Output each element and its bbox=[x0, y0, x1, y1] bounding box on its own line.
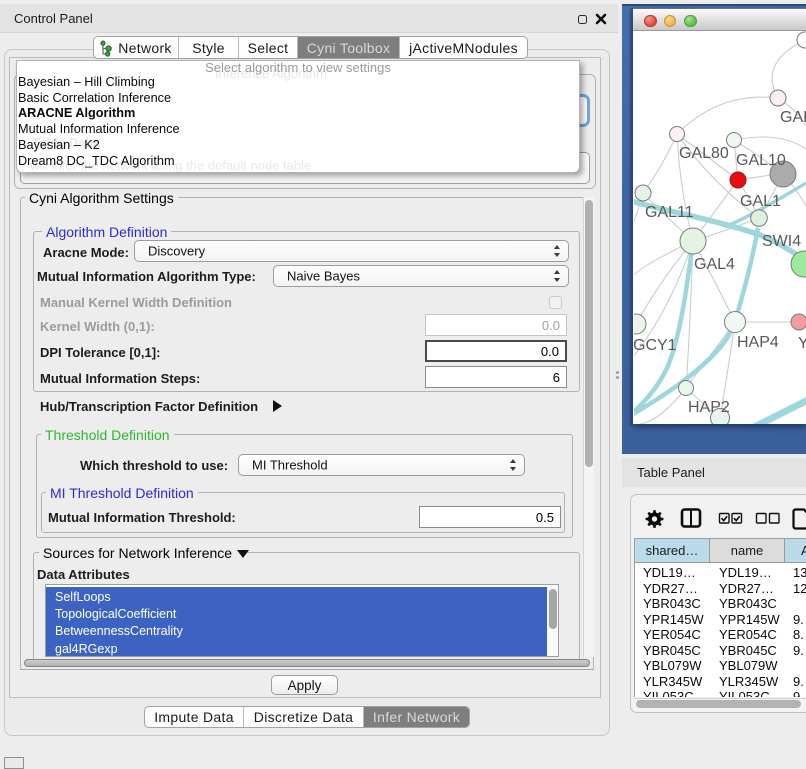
svg-text:HAP4: HAP4 bbox=[737, 334, 779, 351]
svg-text:HAP2: HAP2 bbox=[688, 399, 730, 416]
svg-text:SWI4: SWI4 bbox=[762, 233, 801, 250]
svg-text:GAL1: GAL1 bbox=[740, 193, 781, 210]
svg-text:GCY1: GCY1 bbox=[634, 337, 677, 354]
svg-text:GAL: GAL bbox=[780, 109, 806, 126]
svg-text:GAL4: GAL4 bbox=[694, 256, 735, 273]
svg-text:GAL11: GAL11 bbox=[645, 204, 694, 221]
svg-text:GAL80: GAL80 bbox=[679, 145, 729, 162]
svg-text:GAL10: GAL10 bbox=[736, 152, 786, 169]
svg-text:Y: Y bbox=[798, 335, 806, 352]
